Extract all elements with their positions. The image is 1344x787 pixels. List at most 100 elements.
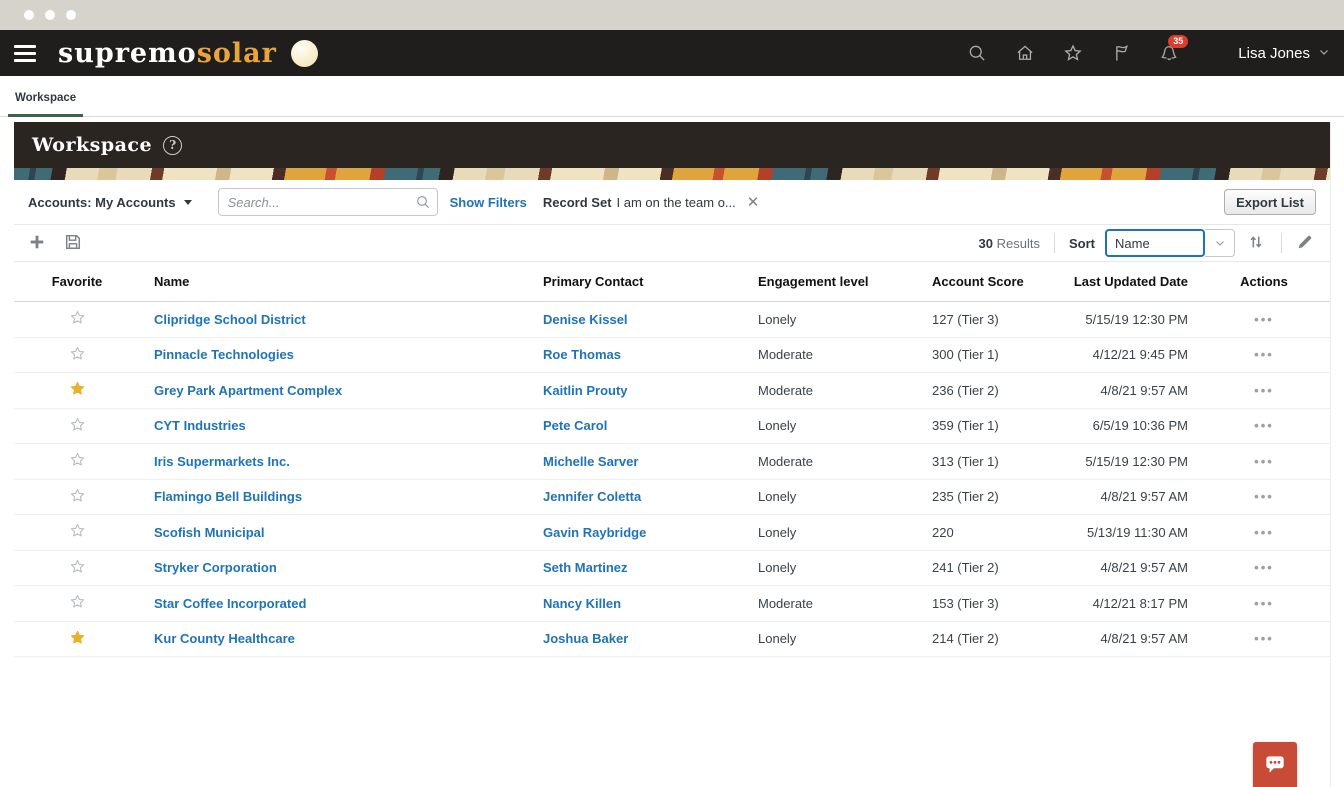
account-name-link[interactable]: Stryker Corporation — [154, 560, 277, 575]
table-row: Clipridge School District Denise Kissel … — [14, 302, 1330, 338]
favorite-star-icon[interactable] — [69, 380, 86, 397]
account-name-link[interactable]: Kur County Healthcare — [154, 631, 295, 646]
table-row: Star Coffee Incorporated Nancy Killen Mo… — [14, 586, 1330, 622]
engagement-level-cell: Moderate — [744, 596, 918, 611]
tab-workspace[interactable]: Workspace — [8, 92, 83, 116]
user-name: Lisa Jones — [1238, 45, 1310, 62]
engagement-level-cell: Lonely — [744, 418, 918, 433]
primary-contact-link[interactable]: Roe Thomas — [543, 347, 621, 362]
window-titlebar — [0, 0, 1344, 30]
hamburger-menu-icon[interactable] — [14, 45, 36, 62]
favorite-cell — [14, 593, 140, 613]
column-header-engagement-level[interactable]: Engagement level — [744, 274, 918, 289]
logo-text-primary: supremo — [58, 38, 197, 69]
favorite-star-icon[interactable] — [69, 629, 86, 646]
window-dot[interactable] — [66, 10, 76, 20]
account-score-cell: 235 (Tier 2) — [918, 489, 1044, 504]
account-name-link[interactable]: CYT Industries — [154, 418, 246, 433]
favorite-star-icon[interactable] — [69, 487, 86, 504]
engagement-level-cell: Moderate — [744, 454, 918, 469]
account-name-link[interactable]: Flamingo Bell Buildings — [154, 489, 302, 504]
favorite-star-icon[interactable] — [69, 593, 86, 610]
list-toolbar: 30 Results Sort Name — [14, 224, 1330, 262]
row-actions-ellipsis-icon[interactable]: ••• — [1254, 489, 1274, 504]
chat-bubble-icon[interactable] — [1253, 742, 1297, 787]
divider — [1281, 233, 1282, 253]
favorite-star-icon[interactable] — [69, 558, 86, 575]
column-header-primary-contact[interactable]: Primary Contact — [529, 274, 744, 289]
column-header-name[interactable]: Name — [140, 274, 529, 289]
primary-contact-link[interactable]: Michelle Sarver — [543, 454, 638, 469]
row-actions-ellipsis-icon[interactable]: ••• — [1254, 596, 1274, 611]
content-edge-divider — [1330, 122, 1331, 787]
sort-dropdown[interactable]: Name — [1105, 229, 1235, 257]
favorite-cell — [14, 309, 140, 329]
table-row: Kur County Healthcare Joshua Baker Lonel… — [14, 622, 1330, 658]
primary-contact-link[interactable]: Kaitlin Prouty — [543, 383, 628, 398]
favorite-star-icon[interactable] — [69, 416, 86, 433]
row-actions-ellipsis-icon[interactable]: ••• — [1254, 560, 1274, 575]
sort-direction-icon[interactable] — [1247, 233, 1267, 253]
record-set-label: Record Set — [543, 195, 612, 210]
show-filters-link[interactable]: Show Filters — [450, 195, 527, 210]
account-name-link[interactable]: Star Coffee Incorporated — [154, 596, 306, 611]
results-count: 30 Results — [979, 236, 1040, 251]
primary-contact-link[interactable]: Nancy Killen — [543, 596, 621, 611]
account-name-link[interactable]: Iris Supermarkets Inc. — [154, 454, 290, 469]
divider — [1054, 233, 1055, 253]
row-actions-ellipsis-icon[interactable]: ••• — [1254, 383, 1274, 398]
primary-contact-link[interactable]: Gavin Raybridge — [543, 525, 646, 540]
edit-pencil-icon[interactable] — [1296, 233, 1316, 253]
primary-contact-link[interactable]: Seth Martinez — [543, 560, 628, 575]
flag-icon[interactable] — [1110, 42, 1132, 64]
account-score-cell: 236 (Tier 2) — [918, 383, 1044, 398]
last-updated-cell: 4/8/21 9:57 AM — [1044, 383, 1202, 398]
user-menu[interactable]: Lisa Jones — [1238, 45, 1330, 62]
account-name-link[interactable]: Grey Park Apartment Complex — [154, 383, 342, 398]
favorite-star-icon[interactable] — [69, 451, 86, 468]
primary-contact-link[interactable]: Pete Carol — [543, 418, 607, 433]
primary-contact-link[interactable]: Denise Kissel — [543, 312, 628, 327]
window-dot[interactable] — [24, 10, 34, 20]
record-set-chip: Record Set I am on the team o... ✕ — [543, 193, 759, 211]
save-icon[interactable] — [64, 233, 84, 253]
table-row: Flamingo Bell Buildings Jennifer Coletta… — [14, 480, 1330, 516]
favorite-star-icon[interactable] — [69, 309, 86, 326]
notifications-bell-icon[interactable]: 35 — [1158, 42, 1180, 64]
results-number: 30 — [979, 236, 993, 251]
help-icon[interactable]: ? — [163, 136, 182, 155]
favorites-star-icon[interactable] — [1062, 42, 1084, 64]
accounts-scope-dropdown[interactable]: Accounts: My Accounts — [28, 195, 192, 210]
column-header-last-updated-date[interactable]: Last Updated Date — [1044, 274, 1202, 289]
account-name-link[interactable]: Pinnacle Technologies — [154, 347, 294, 362]
primary-contact-link[interactable]: Jennifer Coletta — [543, 489, 641, 504]
search-box — [218, 188, 438, 216]
window-dot[interactable] — [45, 10, 55, 20]
account-name-link[interactable]: Scofish Municipal — [154, 525, 265, 540]
favorite-star-icon[interactable] — [69, 522, 86, 539]
row-actions-ellipsis-icon[interactable]: ••• — [1254, 312, 1274, 327]
row-actions-ellipsis-icon[interactable]: ••• — [1254, 347, 1274, 362]
close-icon[interactable]: ✕ — [747, 193, 760, 211]
search-input[interactable] — [218, 188, 438, 216]
results-label: Results — [997, 236, 1040, 251]
row-actions-ellipsis-icon[interactable]: ••• — [1254, 454, 1274, 469]
account-score-cell: 214 (Tier 2) — [918, 631, 1044, 646]
last-updated-cell: 5/15/19 12:30 PM — [1044, 312, 1202, 327]
last-updated-cell: 5/15/19 12:30 PM — [1044, 454, 1202, 469]
primary-contact-link[interactable]: Joshua Baker — [543, 631, 628, 646]
search-icon[interactable] — [966, 42, 988, 64]
export-list-button[interactable]: Export List — [1224, 189, 1316, 215]
row-actions-ellipsis-icon[interactable]: ••• — [1254, 631, 1274, 646]
row-actions-ellipsis-icon[interactable]: ••• — [1254, 525, 1274, 540]
account-name-link[interactable]: Clipridge School District — [154, 312, 306, 327]
row-actions-ellipsis-icon[interactable]: ••• — [1254, 418, 1274, 433]
column-header-actions[interactable]: Actions — [1202, 274, 1326, 289]
column-header-account-score[interactable]: Account Score — [918, 274, 1044, 289]
page-title: Workspace — [32, 134, 152, 156]
home-icon[interactable] — [1014, 42, 1036, 64]
favorite-star-icon[interactable] — [69, 345, 86, 362]
add-icon[interactable] — [28, 233, 48, 253]
column-header-favorite[interactable]: Favorite — [14, 274, 140, 289]
last-updated-cell: 6/5/19 10:36 PM — [1044, 418, 1202, 433]
